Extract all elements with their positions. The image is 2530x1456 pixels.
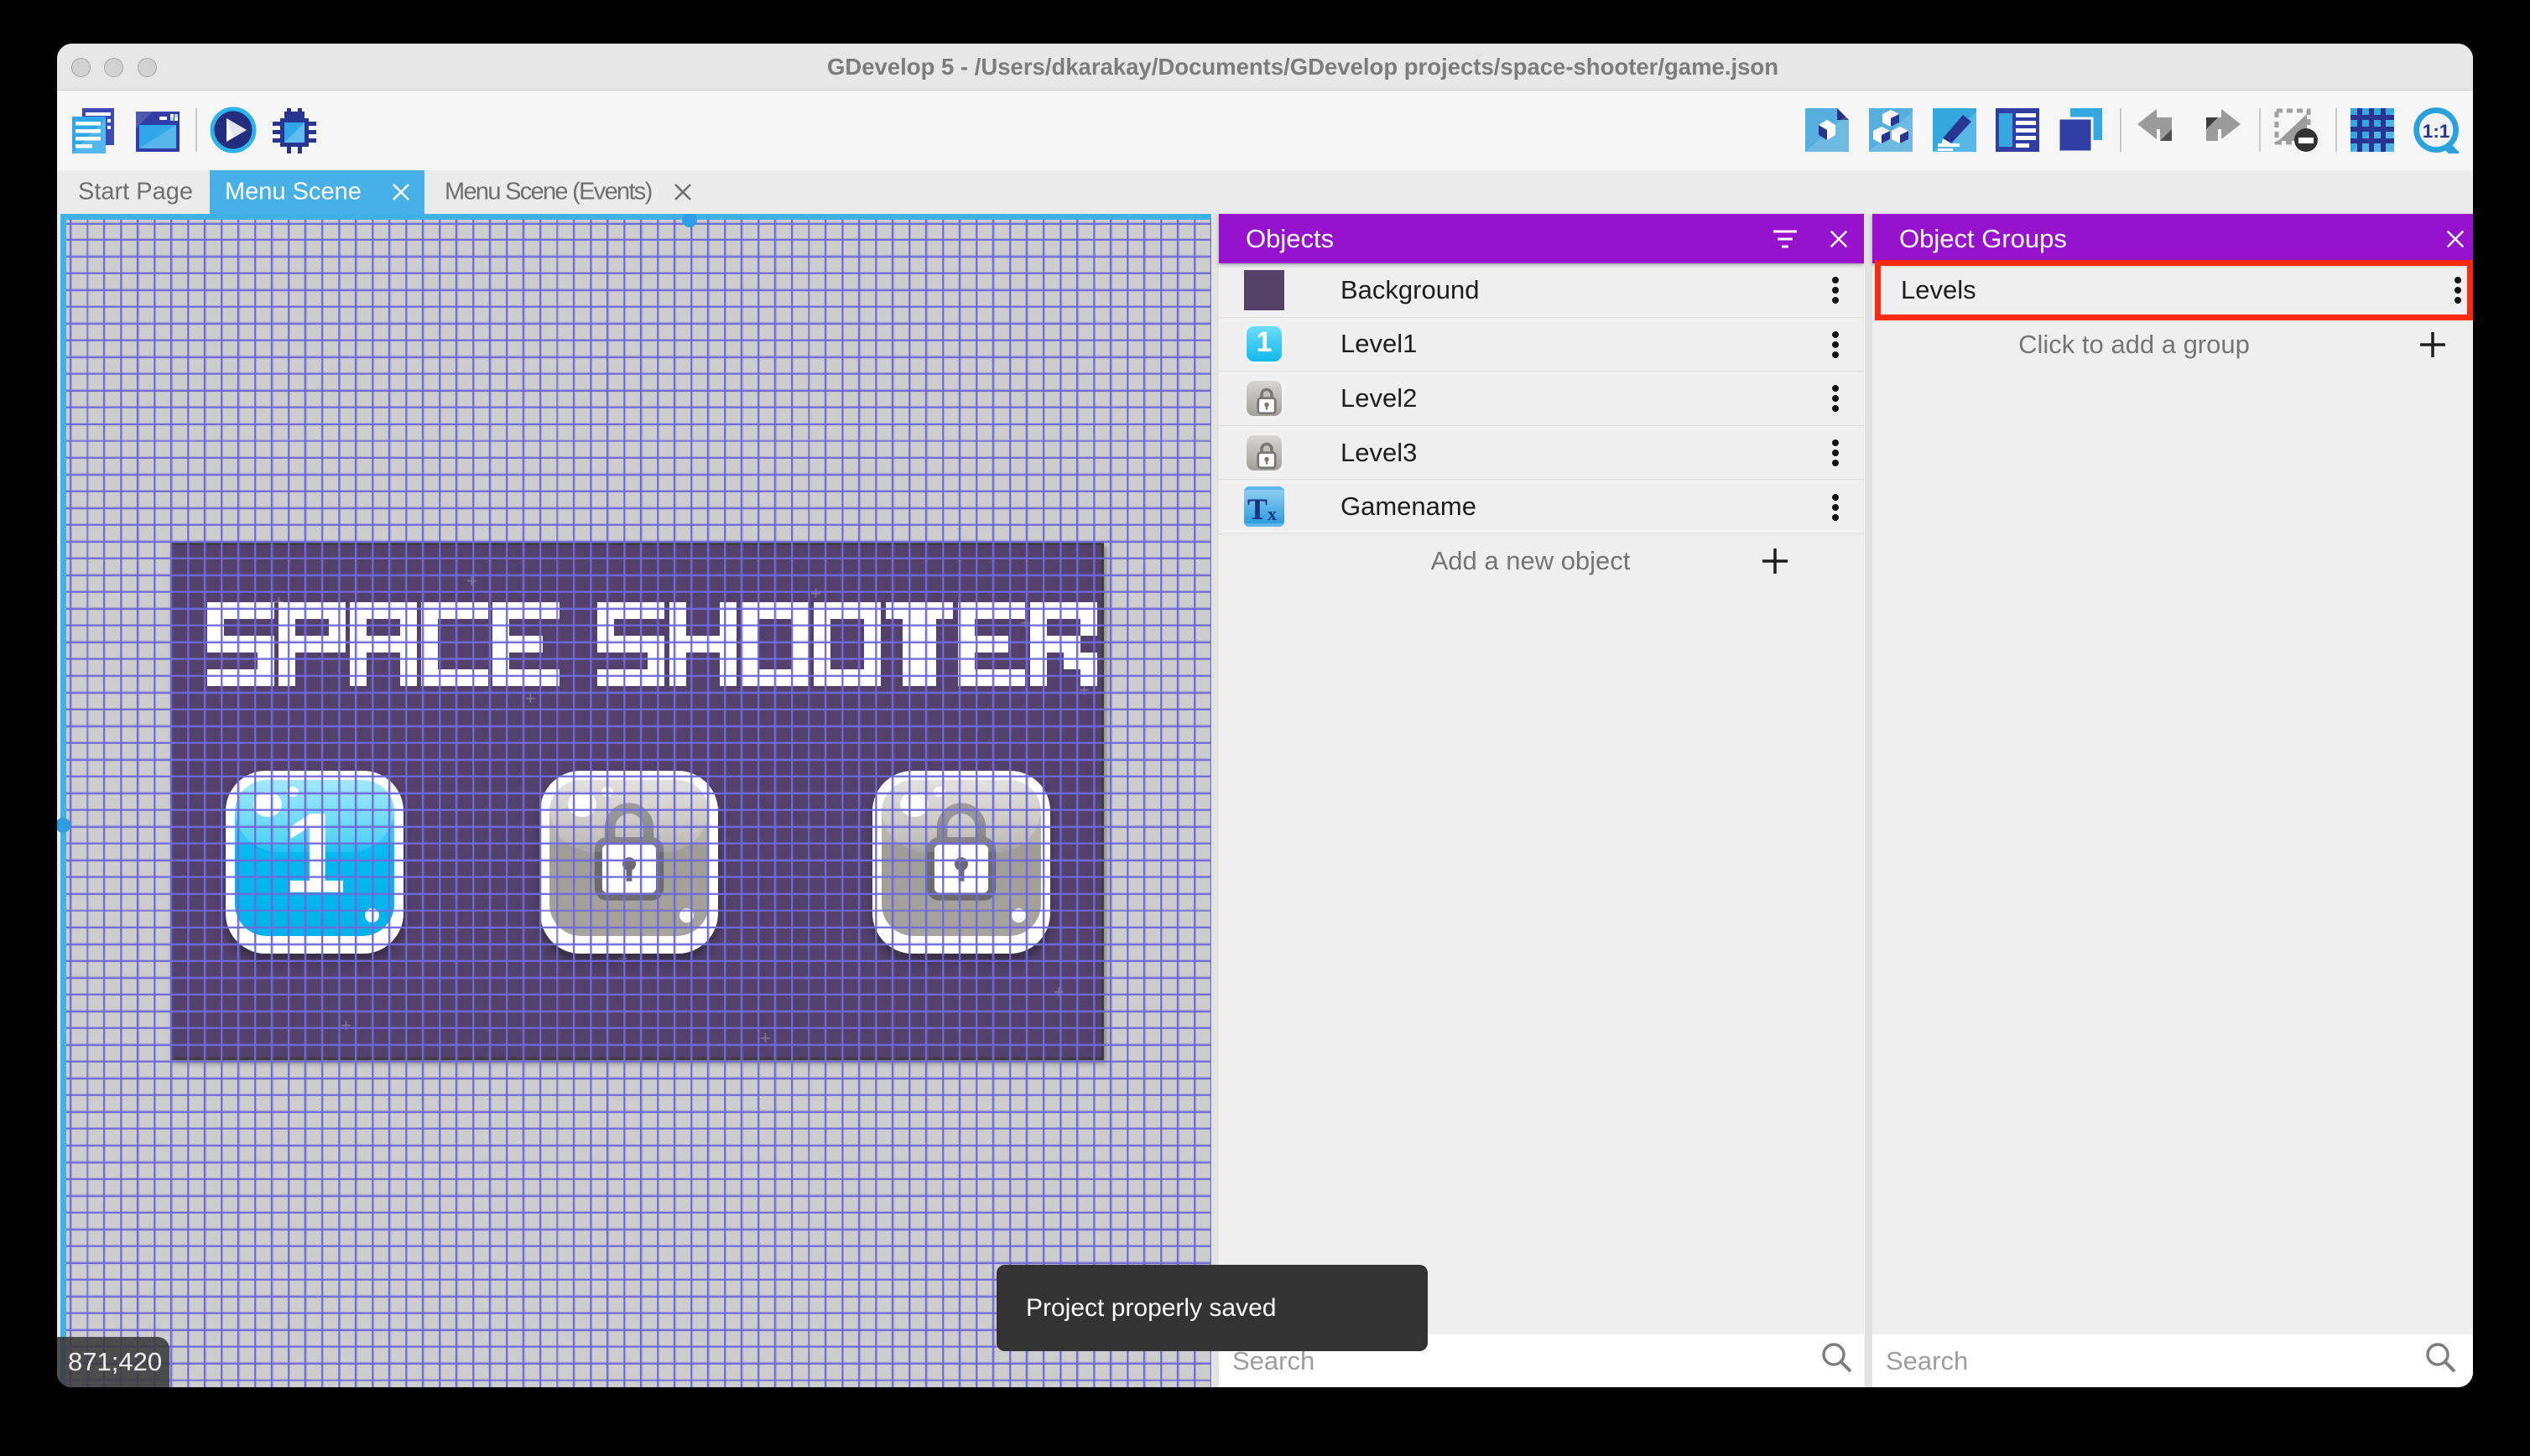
svg-text:1:1: 1:1 [2423, 121, 2449, 142]
